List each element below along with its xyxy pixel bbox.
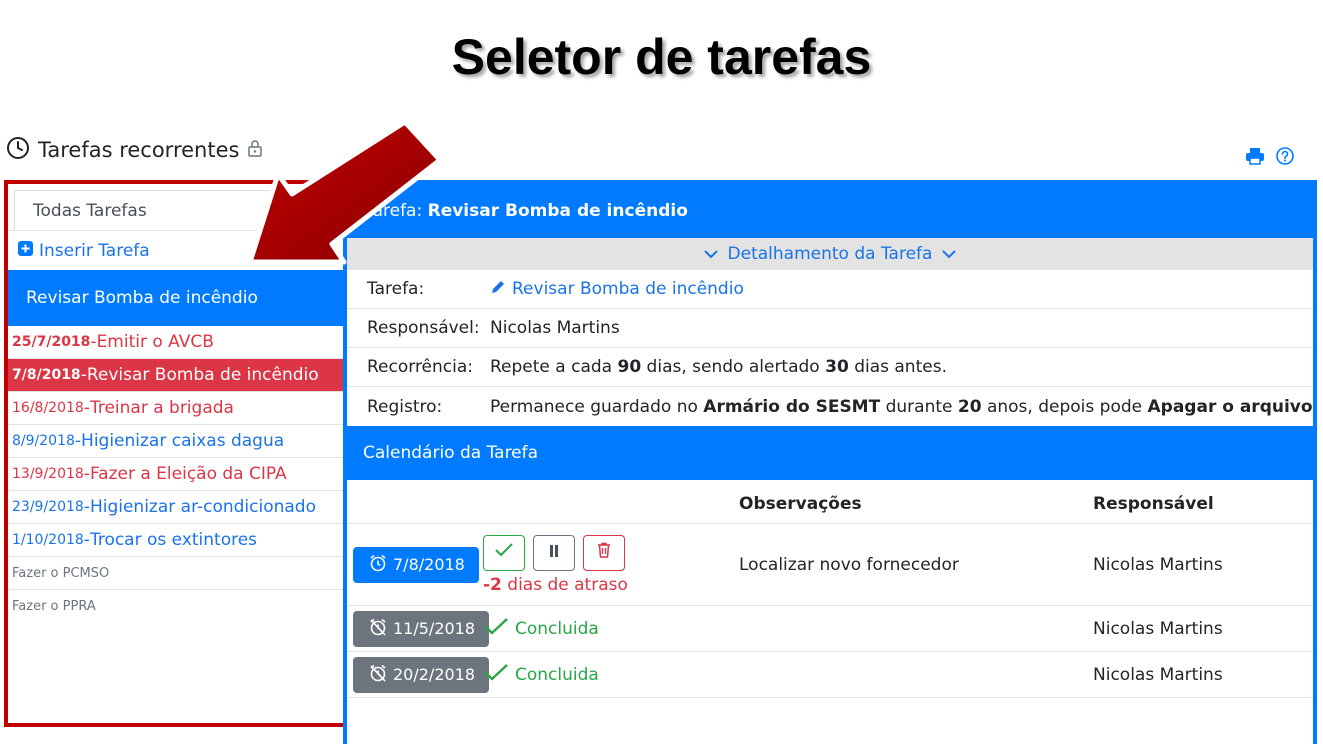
arrow-icon <box>247 119 443 265</box>
task-list: 25/7/2018 - Emitir o AVCB 7/8/2018 - Rev… <box>8 326 343 623</box>
task-item-active[interactable]: 7/8/2018 - Revisar Bomba de incêndio <box>8 359 343 392</box>
detail-row-recurrence: Recorrência: Repete a cada 90 dias, send… <box>347 348 1313 387</box>
overdue-text: -2 dias de atraso <box>483 574 628 595</box>
task-item[interactable]: Fazer o PPRA <box>8 590 343 623</box>
task-item[interactable]: Fazer o PCMSO <box>8 557 343 590</box>
responsible: Nicolas Martins <box>1093 664 1223 685</box>
clock-icon <box>6 136 30 164</box>
plus-square-icon <box>18 240 33 261</box>
calendar-table-header: Observações Responsável <box>347 484 1313 524</box>
page-title: Tarefas recorrentes <box>38 138 240 162</box>
responsible: Nicolas Martins <box>1093 618 1223 639</box>
table-row: 20/2/2018 Concluida Nicolas Martins <box>347 652 1313 698</box>
table-row: 11/5/2018 Concluida Nicolas Martins <box>347 606 1313 652</box>
pause-button[interactable] <box>533 534 575 571</box>
detail-row-responsible: Responsável: Nicolas Martins <box>347 309 1313 348</box>
alarm-off-icon <box>369 664 387 686</box>
pencil-icon <box>490 279 506 300</box>
slide-title: Seletor de tarefas <box>451 29 872 85</box>
completed-status: Concluida <box>483 663 739 686</box>
alarm-icon <box>369 554 387 576</box>
page-header: Tarefas recorrentes <box>6 136 263 164</box>
check-icon <box>483 663 509 686</box>
table-row: 7/8/2018 -2 dias de atraso Localizar nov… <box>347 524 1313 606</box>
responsible: Nicolas Martins <box>1093 554 1223 575</box>
task-item[interactable]: 16/8/2018 - Treinar a brigada <box>8 392 343 425</box>
chevron-down-icon <box>942 244 957 264</box>
detail-row-task: Tarefa: Revisar Bomba de incêndio <box>347 270 1313 309</box>
calendar-header: Calendário da Tarefa <box>347 426 1313 480</box>
panel-task-name: Revisar Bomba de incêndio <box>427 201 688 221</box>
check-icon <box>483 617 509 640</box>
complete-button[interactable] <box>483 534 525 571</box>
panel-header: Tarefa: Revisar Bomba de incêndio <box>347 184 1313 238</box>
observation: Localizar novo fornecedor <box>739 554 959 575</box>
print-icon[interactable] <box>1245 146 1265 170</box>
detail-row-registry: Registro: Permanece guardado no Armário … <box>367 396 1313 417</box>
date-button[interactable]: 7/8/2018 <box>353 546 479 583</box>
col-responsible: Responsável <box>1093 493 1214 514</box>
task-item[interactable]: 1/10/2018 - Trocar os extintores <box>8 524 343 557</box>
chevron-down-icon <box>703 244 718 264</box>
delete-button[interactable] <box>583 534 625 571</box>
task-item[interactable]: 8/9/2018 - Higienizar caixas dagua <box>8 425 343 458</box>
check-icon <box>494 542 514 563</box>
alarm-off-icon <box>369 618 387 640</box>
header-actions <box>1245 146 1295 170</box>
col-observations: Observações <box>739 493 862 514</box>
task-item[interactable]: 13/9/2018 - Fazer a Eleição da CIPA <box>8 458 343 491</box>
help-icon[interactable] <box>1275 146 1295 170</box>
task-edit-link[interactable]: Revisar Bomba de incêndio <box>490 279 1313 300</box>
trash-icon <box>597 542 611 563</box>
detail-toggle[interactable]: Detalhamento da Tarefa <box>347 238 1313 270</box>
task-detail-panel: Tarefa: Revisar Bomba de incêndio Detalh… <box>343 180 1317 744</box>
date-button[interactable]: 20/2/2018 <box>353 656 490 693</box>
task-item[interactable]: 25/7/2018 - Emitir o AVCB <box>8 326 343 359</box>
date-button[interactable]: 11/5/2018 <box>353 610 490 647</box>
task-item[interactable]: 23/9/2018 - Higienizar ar-condicionado <box>8 491 343 524</box>
completed-status: Concluida <box>483 617 739 640</box>
pause-icon <box>548 543 560 563</box>
selected-task[interactable]: Revisar Bomba de incêndio <box>8 270 343 326</box>
insert-task-label: Inserir Tarefa <box>39 240 150 261</box>
